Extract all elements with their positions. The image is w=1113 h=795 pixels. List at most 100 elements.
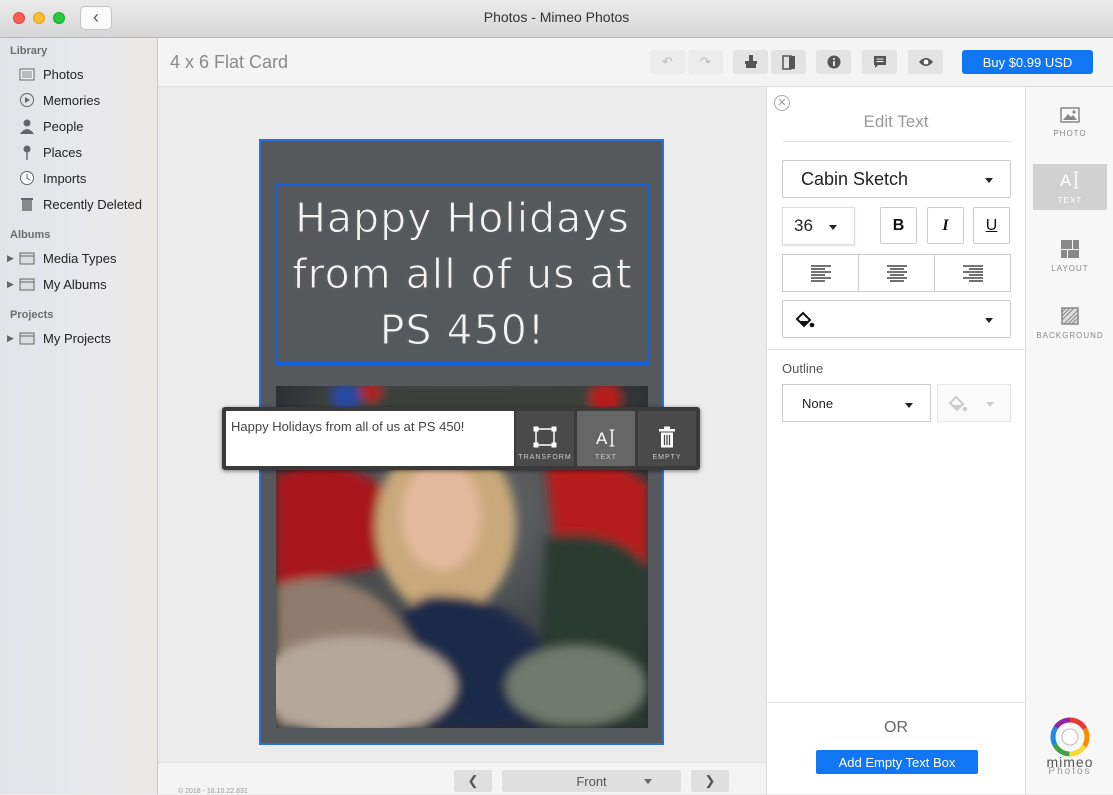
align-left-icon bbox=[810, 265, 831, 282]
svg-text:A: A bbox=[596, 429, 608, 448]
mimeo-logo bbox=[1048, 715, 1092, 759]
next-page-button[interactable]: ❯ bbox=[691, 770, 729, 792]
sidebar-item-label: My Albums bbox=[43, 276, 107, 292]
chevron-left-icon: ❮ bbox=[467, 773, 479, 788]
canvas-area: Happy Holidays from all of us at PS 450! bbox=[158, 87, 766, 762]
section-library: Library bbox=[10, 45, 48, 57]
italic-button[interactable]: I bbox=[927, 207, 964, 244]
sidebar-item-imports[interactable]: Imports bbox=[18, 167, 86, 189]
font-size-select[interactable]: 36 bbox=[782, 207, 855, 245]
divider bbox=[767, 349, 1026, 350]
chevron-down-icon bbox=[985, 318, 993, 323]
sidebar-item-my-projects[interactable]: My Projects bbox=[18, 327, 111, 349]
buy-button[interactable]: Buy $0.99 USD bbox=[962, 50, 1093, 74]
preview-button[interactable] bbox=[908, 50, 943, 74]
rail-item-photo[interactable]: PHOTO bbox=[1033, 99, 1107, 145]
sidebar-item-label: My Projects bbox=[43, 330, 111, 346]
section-albums: Albums bbox=[10, 229, 51, 241]
trash-icon bbox=[18, 196, 36, 212]
close-panel-button[interactable]: ✕ bbox=[774, 95, 790, 111]
disclosure-triangle-icon[interactable]: ▶ bbox=[7, 333, 14, 344]
sidebar-item-label: Memories bbox=[43, 92, 101, 108]
bold-button[interactable]: B bbox=[880, 207, 917, 244]
transform-button[interactable]: TRANSFORM bbox=[516, 411, 574, 466]
flip-icon bbox=[781, 54, 795, 70]
sidebar-item-recently-deleted[interactable]: Recently Deleted bbox=[18, 193, 142, 215]
chevron-down-icon bbox=[905, 403, 913, 408]
chevron-down-icon bbox=[985, 178, 993, 183]
undo-icon: ↶ bbox=[662, 54, 673, 69]
headline-line: Happy Holidays bbox=[295, 194, 630, 243]
sidebar-item-media-types[interactable]: Media Types bbox=[18, 247, 116, 269]
close-icon: ✕ bbox=[777, 97, 787, 109]
align-center-button[interactable] bbox=[859, 255, 935, 291]
text-icon: A bbox=[1060, 171, 1079, 190]
sidebar-item-label: Imports bbox=[43, 170, 87, 186]
sidebar: Library Photos Memories People Places Im… bbox=[0, 38, 158, 794]
align-center-icon bbox=[886, 265, 907, 282]
folder-icon bbox=[18, 330, 36, 346]
text-label: TEXT bbox=[595, 454, 617, 461]
align-right-button[interactable] bbox=[935, 255, 1010, 291]
flip-button[interactable] bbox=[771, 50, 806, 74]
layout-icon bbox=[1061, 239, 1079, 258]
chevron-down-icon bbox=[986, 402, 994, 407]
chevron-right-icon: ❯ bbox=[704, 773, 716, 788]
rail-item-text[interactable]: A TEXT bbox=[1033, 164, 1107, 210]
text-icon: A bbox=[596, 429, 615, 448]
redo-button[interactable]: ↷ bbox=[688, 50, 723, 74]
text-content-input[interactable]: Happy Holidays from all of us at PS 450! bbox=[226, 411, 514, 466]
paint-bucket-icon bbox=[948, 395, 968, 412]
divider bbox=[767, 702, 1026, 703]
photos-icon bbox=[18, 66, 36, 82]
page-select-value: Front bbox=[576, 773, 607, 789]
sidebar-item-places[interactable]: Places bbox=[18, 141, 82, 163]
sidebar-item-label: Photos bbox=[43, 66, 84, 82]
sidebar-item-label: Recently Deleted bbox=[43, 196, 142, 212]
sidebar-item-my-albums[interactable]: My Albums bbox=[18, 273, 107, 295]
outline-select[interactable]: None bbox=[782, 384, 931, 422]
or-label: OR bbox=[884, 719, 908, 736]
undo-button[interactable]: ↶ bbox=[650, 50, 685, 74]
clean-button[interactable] bbox=[733, 50, 768, 74]
rail-label: LAYOUT bbox=[1051, 263, 1089, 273]
selected-text-box[interactable]: Happy Holidays from all of us at PS 450! bbox=[275, 183, 650, 365]
trash-icon bbox=[659, 426, 675, 448]
brush-icon bbox=[744, 55, 757, 68]
transform-label: TRANSFORM bbox=[518, 454, 572, 461]
rail-item-layout[interactable]: LAYOUT bbox=[1033, 233, 1107, 279]
headline-text: Happy Holidays from all of us at PS 450! bbox=[292, 190, 633, 358]
outline-value: None bbox=[802, 395, 834, 411]
page-select[interactable]: Front bbox=[502, 770, 681, 792]
places-icon bbox=[18, 144, 36, 160]
rail-item-background[interactable]: BACKGROUND bbox=[1033, 300, 1107, 346]
eye-icon bbox=[918, 58, 933, 66]
sidebar-item-photos[interactable]: Photos bbox=[18, 63, 83, 85]
edit-text-panel: ✕ Edit Text Cabin Sketch 36 B I U Outlin… bbox=[766, 87, 1026, 794]
previous-page-button[interactable]: ❮ bbox=[454, 770, 492, 792]
floating-text-toolbar: Happy Holidays from all of us at PS 450!… bbox=[222, 407, 700, 470]
sidebar-item-memories[interactable]: Memories bbox=[18, 89, 100, 111]
window-title: Photos - Mimeo Photos bbox=[483, 9, 630, 25]
divider bbox=[783, 141, 1012, 142]
info-button[interactable] bbox=[816, 50, 851, 74]
outline-label: Outline bbox=[782, 361, 824, 376]
add-empty-text-box-button[interactable]: Add Empty Text Box bbox=[816, 750, 978, 774]
transform-icon bbox=[533, 426, 557, 448]
sidebar-item-label: Places bbox=[43, 144, 83, 160]
outline-color-select[interactable] bbox=[937, 384, 1011, 422]
text-button[interactable]: A TEXT bbox=[577, 411, 635, 466]
disclosure-triangle-icon[interactable]: ▶ bbox=[7, 279, 14, 290]
align-left-button[interactable] bbox=[783, 255, 859, 291]
sidebar-item-label: Media Types bbox=[43, 250, 117, 266]
underline-button[interactable]: U bbox=[973, 207, 1010, 244]
font-family-value: Cabin Sketch bbox=[801, 168, 909, 189]
comment-button[interactable] bbox=[862, 50, 897, 74]
text-color-select[interactable] bbox=[782, 300, 1011, 338]
disclosure-triangle-icon[interactable]: ▶ bbox=[7, 253, 14, 264]
folder-icon bbox=[18, 276, 36, 292]
align-right-icon bbox=[962, 265, 983, 282]
font-family-select[interactable]: Cabin Sketch bbox=[782, 160, 1011, 198]
empty-button[interactable]: EMPTY bbox=[638, 411, 696, 466]
sidebar-item-people[interactable]: People bbox=[18, 115, 83, 137]
